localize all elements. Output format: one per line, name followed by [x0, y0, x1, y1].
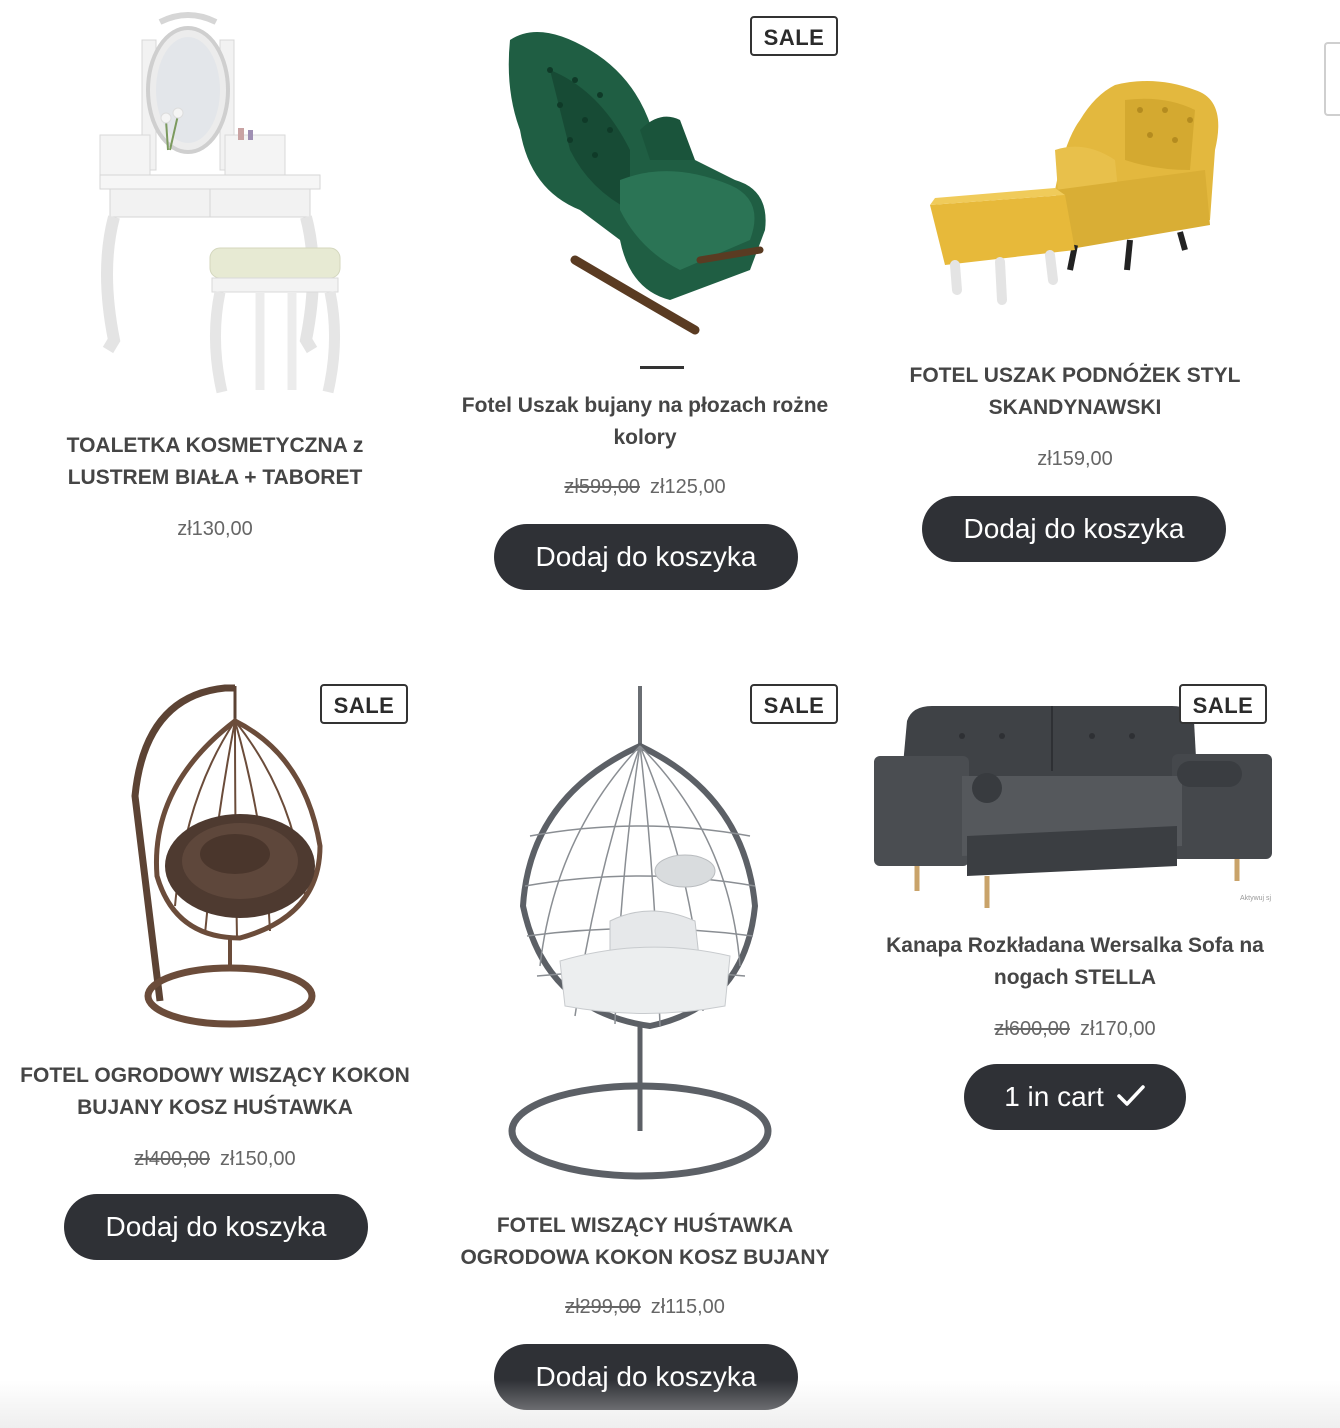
product-title[interactable]: FOTEL OGRODOWY WISZĄCY KOKON BUJANY KOSZ…	[15, 1060, 415, 1124]
sale-badge: SALE	[320, 684, 408, 724]
product-title[interactable]: Kanapa Rozkładana Wersalka Sofa na nogac…	[865, 930, 1285, 994]
brown-egg-illustration	[131, 684, 323, 1028]
checkmark-icon	[1116, 1066, 1146, 1132]
watermark-text: Aktywuj sj	[1240, 895, 1272, 902]
sale-badge: SALE	[750, 16, 838, 56]
product-price: zł299,00 zł115,00	[440, 1296, 850, 1319]
side-panel-tab[interactable]	[1324, 42, 1340, 116]
old-price: zł600,00	[994, 1018, 1070, 1040]
add-to-cart-button[interactable]: Dodaj do koszyka	[64, 1194, 368, 1260]
yellow-chair-illustration	[930, 81, 1219, 305]
product-image-grey-egg[interactable]	[445, 676, 850, 1191]
grey-egg-illustration	[508, 686, 772, 1180]
current-price: zł150,00	[220, 1148, 296, 1170]
product-title[interactable]: TOALETKA KOSMETYCZNA z LUSTREM BIAŁA + T…	[30, 430, 400, 494]
product-price: zł130,00	[30, 518, 400, 541]
product-title[interactable]: FOTEL USZAK PODNÓŻEK STYL SKANDYNAWSKI	[870, 360, 1280, 424]
sale-badge: SALE	[750, 684, 838, 724]
current-price: zł159,00	[1037, 448, 1113, 470]
product-price: zł159,00	[870, 448, 1280, 471]
product-price: zł400,00 zł150,00	[15, 1148, 415, 1171]
sale-badge: SALE	[1179, 684, 1267, 724]
current-price: zł125,00	[650, 476, 726, 498]
old-price: zł400,00	[134, 1148, 210, 1170]
current-price: zł130,00	[177, 518, 253, 540]
product-title[interactable]: FOTEL WISZĄCY HUŚTAWKA OGRODOWA KOKON KO…	[440, 1210, 850, 1274]
vanity-illustration	[99, 12, 341, 394]
add-to-cart-button[interactable]: Dodaj do koszyka	[922, 496, 1226, 562]
bottom-shadow	[0, 1380, 1340, 1428]
product-title[interactable]: Fotel Uszak bujany na płozach rożne kolo…	[440, 390, 850, 454]
add-to-cart-button[interactable]: Dodaj do koszyka	[494, 524, 798, 590]
product-image-vanity[interactable]	[70, 10, 370, 410]
product-image-brown-egg[interactable]	[65, 676, 365, 1036]
in-cart-button[interactable]: 1 in cart	[964, 1064, 1186, 1130]
product-image-yellow-chair[interactable]	[905, 10, 1245, 345]
current-price: zł115,00	[650, 1296, 725, 1318]
product-price: zł599,00 zł125,00	[440, 476, 850, 499]
old-price: zł599,00	[564, 476, 640, 498]
in-cart-label: 1 in cart	[1004, 1081, 1104, 1112]
old-price: zł299,00	[565, 1296, 641, 1318]
product-price: zł600,00 zł170,00	[865, 1018, 1285, 1041]
current-price: zł170,00	[1080, 1018, 1156, 1040]
green-chair-illustration	[508, 32, 766, 369]
product-image-green-chair[interactable]	[480, 10, 800, 375]
